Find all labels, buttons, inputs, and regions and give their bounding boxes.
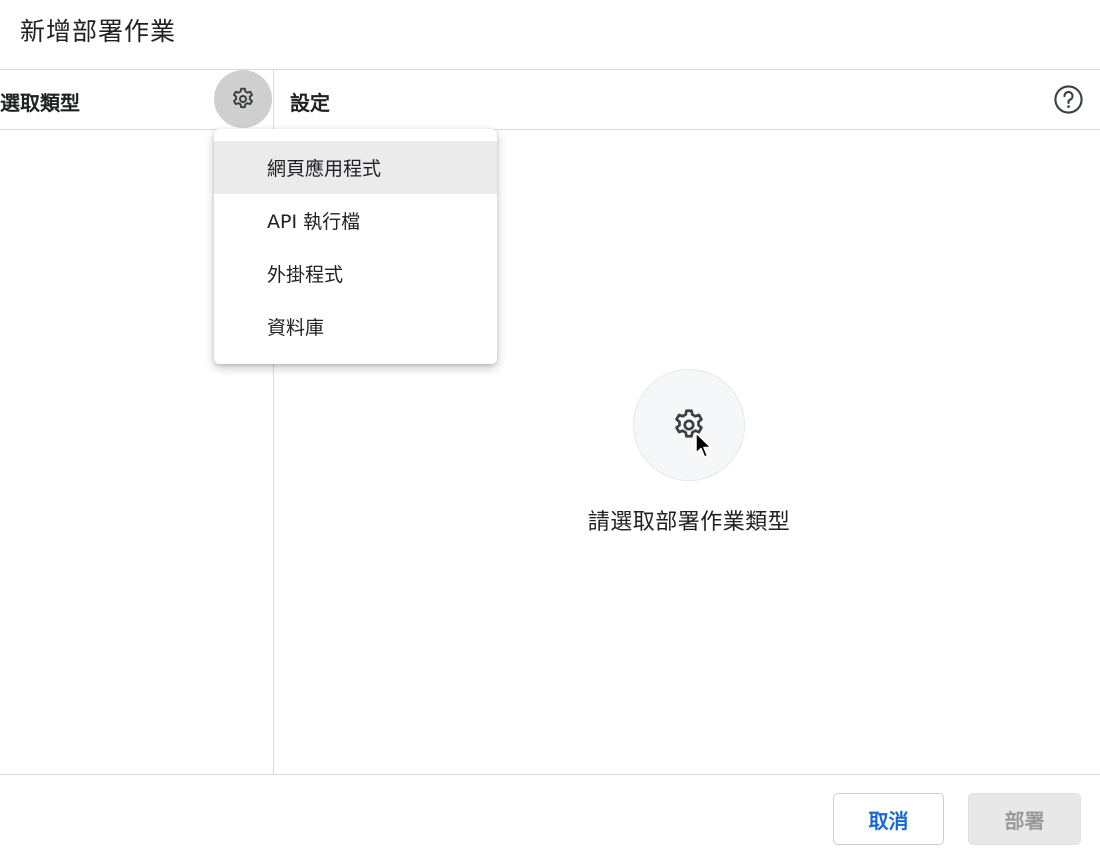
gear-icon [233,87,253,109]
type-selector-button[interactable] [214,70,272,128]
cursor-icon [695,432,712,458]
header-divider [0,69,1100,70]
help-icon[interactable] [1053,84,1084,115]
settings-panel-title: 設定 [290,91,330,115]
menu-item-web-app[interactable]: 網頁應用程式 [214,141,497,194]
menu-item-add-on[interactable]: 外掛程式 [214,247,497,300]
footer-divider [0,774,1100,775]
empty-state-message: 請選取部署作業類型 [587,510,791,535]
deploy-button[interactable]: 部署 [968,793,1081,845]
cancel-button[interactable]: 取消 [833,793,944,845]
menu-item-database[interactable]: 資料庫 [214,300,497,353]
dialog-title: 新增部署作業 [20,17,177,46]
type-dropdown-menu: 網頁應用程式 API 執行檔 外掛程式 資料庫 [214,129,497,364]
panel-header-divider [0,129,1100,130]
menu-item-api-executable[interactable]: API 執行檔 [214,194,497,247]
left-panel-title: 選取類型 [0,91,80,115]
empty-state-icon-circle [633,369,745,481]
